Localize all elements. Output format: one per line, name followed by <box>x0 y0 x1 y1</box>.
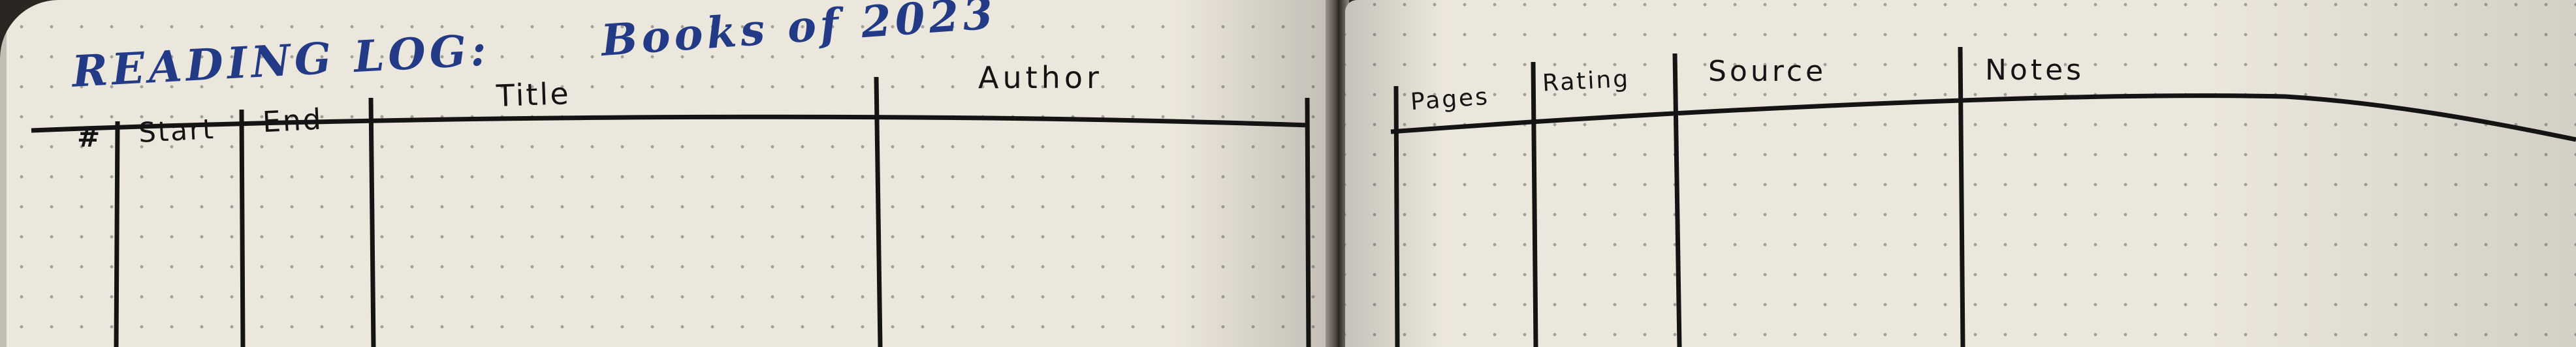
column-header-end: End <box>261 102 324 140</box>
column-header-number: # <box>77 121 103 153</box>
column-header-author: Author <box>978 60 1103 95</box>
column-divider <box>1305 97 1311 347</box>
column-divider <box>1393 85 1400 347</box>
column-divider <box>368 97 376 347</box>
right-header-line <box>1390 93 2576 142</box>
right-table-lines <box>1390 46 2576 347</box>
column-divider <box>1672 53 1682 347</box>
left-header-line <box>31 114 1310 133</box>
column-header-start: Start <box>137 112 216 149</box>
column-header-source: Source <box>1708 55 1827 88</box>
column-header-pages: Pages <box>1409 83 1491 116</box>
column-header-title: Title <box>496 76 571 113</box>
notebook-right-page: Pages Rating Source Notes <box>1345 0 2576 347</box>
column-header-rating: Rating <box>1542 65 1631 97</box>
column-divider <box>114 121 120 347</box>
column-divider <box>1531 61 1538 347</box>
column-divider <box>1958 46 1965 347</box>
column-header-notes: Notes <box>1985 53 2085 87</box>
column-divider <box>239 109 246 347</box>
